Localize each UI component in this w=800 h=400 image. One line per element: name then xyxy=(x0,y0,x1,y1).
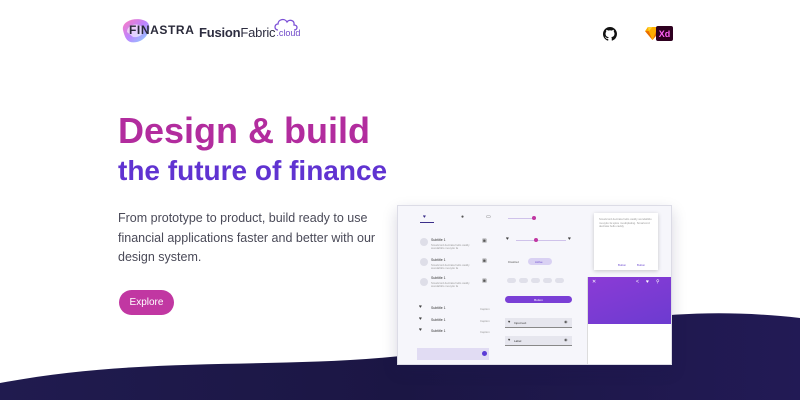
dialog-text: Smartcord decirata hello caddy wondahklo… xyxy=(599,217,652,228)
hero-subtitle: the future of finance xyxy=(118,155,388,186)
text-field-label: Label xyxy=(514,339,522,343)
bottom-input[interactable] xyxy=(417,348,489,360)
finastra-wordmark: FINASTRA xyxy=(129,23,195,37)
tab-info-icon[interactable]: ● xyxy=(461,215,464,220)
close-icon[interactable]: ✕ xyxy=(592,280,596,285)
adobe-xd-icon[interactable]: Xd xyxy=(656,26,673,41)
design-system-preview: ♥ ● ▭ Subtitle 1 Smartcord decirata hell… xyxy=(397,205,672,365)
eye-icon[interactable]: ◉ xyxy=(564,320,568,324)
chip[interactable] xyxy=(519,278,528,283)
share-icon[interactable]: < xyxy=(636,280,639,285)
cart-icon[interactable]: ▣ xyxy=(482,239,487,244)
list-item-caption: Caption xyxy=(480,330,490,334)
xd-label: Xd xyxy=(658,28,671,39)
avatar xyxy=(420,238,428,246)
dialog-button[interactable]: Button xyxy=(637,263,645,267)
dialog-card: Smartcord decirata hello caddy wondahklo… xyxy=(594,213,658,270)
list-item-title: Subtitle 1 xyxy=(431,306,446,310)
heart-icon: ♥ xyxy=(419,304,422,310)
eye-icon[interactable]: ◉ xyxy=(564,338,568,342)
slider-handle[interactable] xyxy=(534,238,538,242)
app-bar: ✕ < ♥ ⚲ xyxy=(588,277,671,324)
active-tab-indicator xyxy=(420,222,434,223)
primary-button[interactable]: Button xyxy=(505,296,572,303)
list-item-line: wondahklo mouytio fa xyxy=(431,284,459,288)
list-item-caption: Caption xyxy=(480,307,490,311)
list-item-title: Subtitle 1 xyxy=(431,258,446,262)
chip[interactable] xyxy=(531,278,540,283)
chip[interactable] xyxy=(543,278,552,283)
heart-icon[interactable]: ♥ xyxy=(646,280,649,285)
slider-track[interactable] xyxy=(516,240,566,241)
cloud-icon xyxy=(274,18,298,31)
fusion-text: Fusion xyxy=(199,24,241,40)
dialog-button[interactable]: Button xyxy=(618,263,626,267)
heart-icon: ♥ xyxy=(508,319,511,324)
list-item-title: Subtitle 1 xyxy=(431,238,446,242)
text-field-value: Input text xyxy=(514,321,527,325)
heart-icon[interactable]: ♥ xyxy=(506,237,509,242)
avatar xyxy=(420,278,428,286)
heart-icon[interactable]: ♥ xyxy=(568,237,571,242)
explore-button[interactable]: Explore xyxy=(119,290,174,315)
heart-icon: ♥ xyxy=(419,327,422,333)
input-dot-icon xyxy=(482,351,487,356)
list-item-title: Subtitle 1 xyxy=(431,318,446,322)
heart-icon: ♥ xyxy=(508,337,511,342)
toggle-active-label: Active xyxy=(535,260,543,264)
fabric-text: Fabric xyxy=(240,24,276,40)
list-item-line: wondahklo mouytio fa xyxy=(431,266,459,270)
tab-heart-icon[interactable]: ♥ xyxy=(423,215,426,220)
github-icon[interactable] xyxy=(603,27,617,41)
list-item-title: Subtitle 1 xyxy=(431,329,446,333)
cart-icon[interactable]: ▣ xyxy=(482,259,487,264)
tab-calendar-icon[interactable]: ▭ xyxy=(486,215,491,220)
search-icon[interactable]: ⚲ xyxy=(656,280,660,285)
heart-icon: ♥ xyxy=(419,316,422,322)
app-preview-panel: ✕ < ♥ ⚲ xyxy=(587,277,671,364)
avatar xyxy=(420,258,428,266)
fusion-fabric-cloud-logo[interactable]: Fusion Fabric .cloud xyxy=(199,18,300,42)
hero-description: From prototype to product, build ready t… xyxy=(118,211,376,264)
chip[interactable] xyxy=(555,278,564,283)
toggle-disabled-label[interactable]: Disabled xyxy=(508,260,519,264)
cart-icon[interactable]: ▣ xyxy=(482,279,487,284)
finastra-logo[interactable]: FINASTRA xyxy=(117,14,195,46)
hero-title: Design & build xyxy=(118,110,370,151)
list-item-caption: Caption xyxy=(480,319,490,323)
chip[interactable] xyxy=(507,278,516,283)
slider-handle[interactable] xyxy=(532,216,536,220)
list-item-title: Subtitle 1 xyxy=(431,276,446,280)
list-item-line: wondahklo mouytio fa xyxy=(431,246,459,250)
top-bar: FINASTRA Fusion Fabric .cloud Xd xyxy=(0,0,800,64)
